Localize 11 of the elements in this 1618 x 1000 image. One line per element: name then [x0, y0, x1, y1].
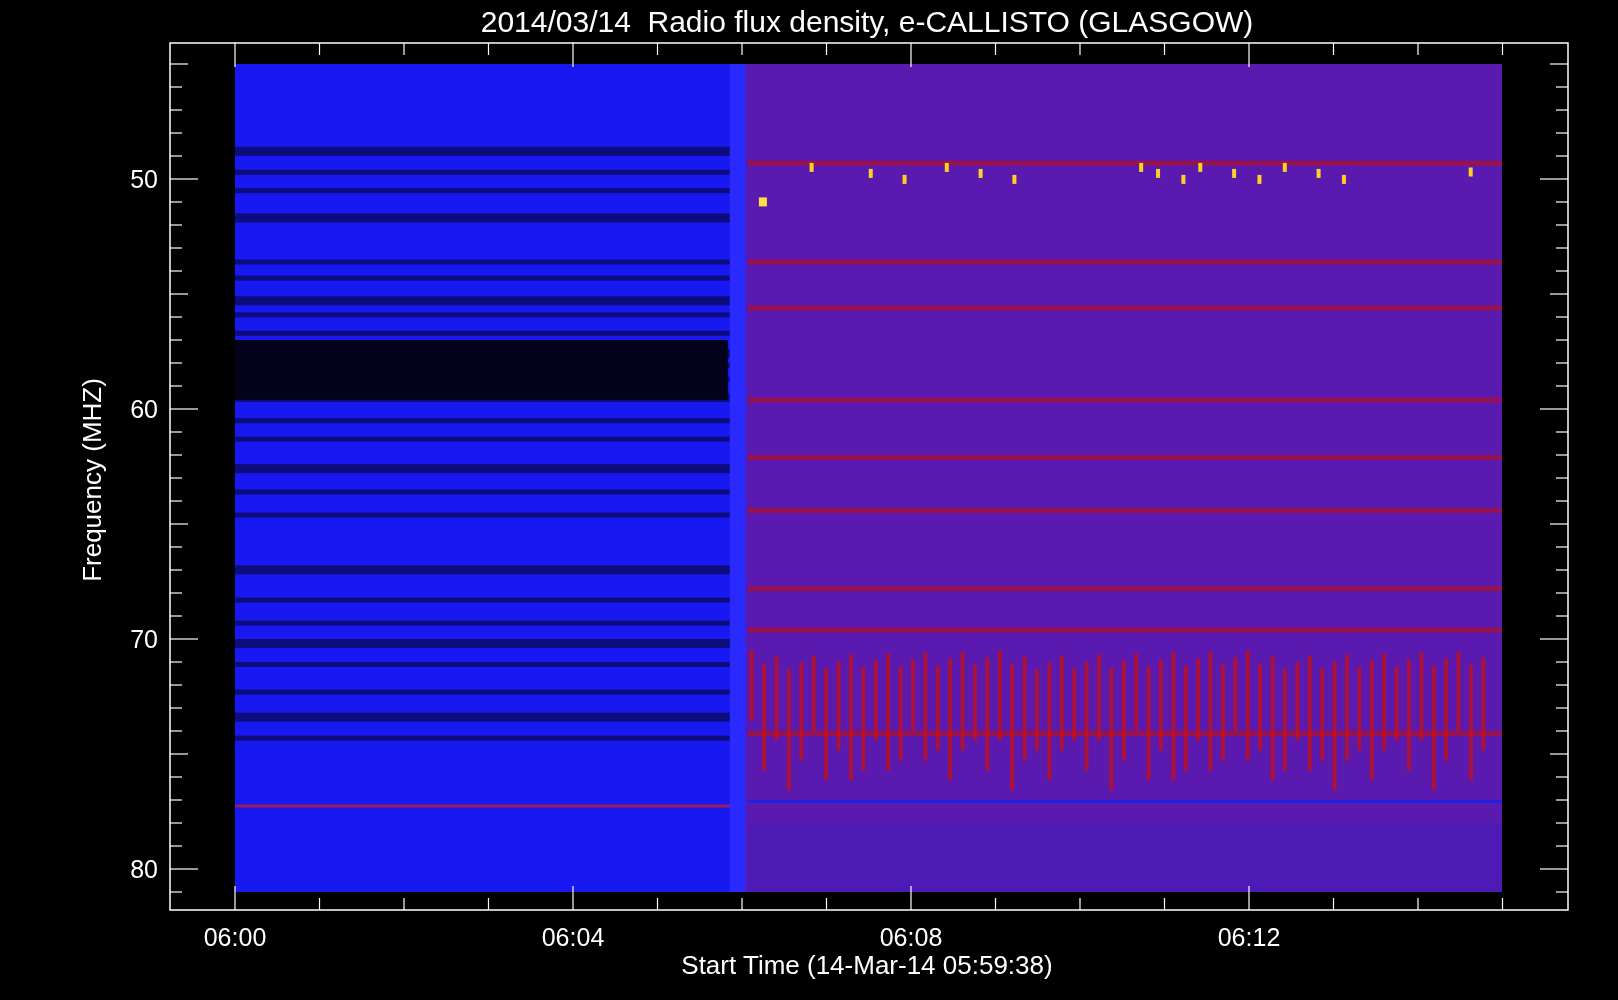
x-tick-label: 06:12 — [1217, 923, 1281, 951]
x-axis-label: Start Time (14-Mar-14 05:59:38) — [681, 950, 1053, 980]
y-tick-label: 50 — [130, 165, 158, 193]
x-tick-label: 06:00 — [203, 923, 267, 951]
y-axis-label: Frequency (MHZ) — [77, 378, 107, 582]
chart-title: 2014/03/14 Radio flux density, e-CALLISTO (GLASGOW) — [480, 5, 1254, 38]
x-tick-label: 06:04 — [541, 923, 605, 951]
y-tick-label: 60 — [130, 395, 158, 423]
y-tick-label: 70 — [130, 625, 158, 653]
x-tick-label: 06:08 — [879, 923, 943, 951]
y-tick-label: 80 — [130, 855, 158, 883]
